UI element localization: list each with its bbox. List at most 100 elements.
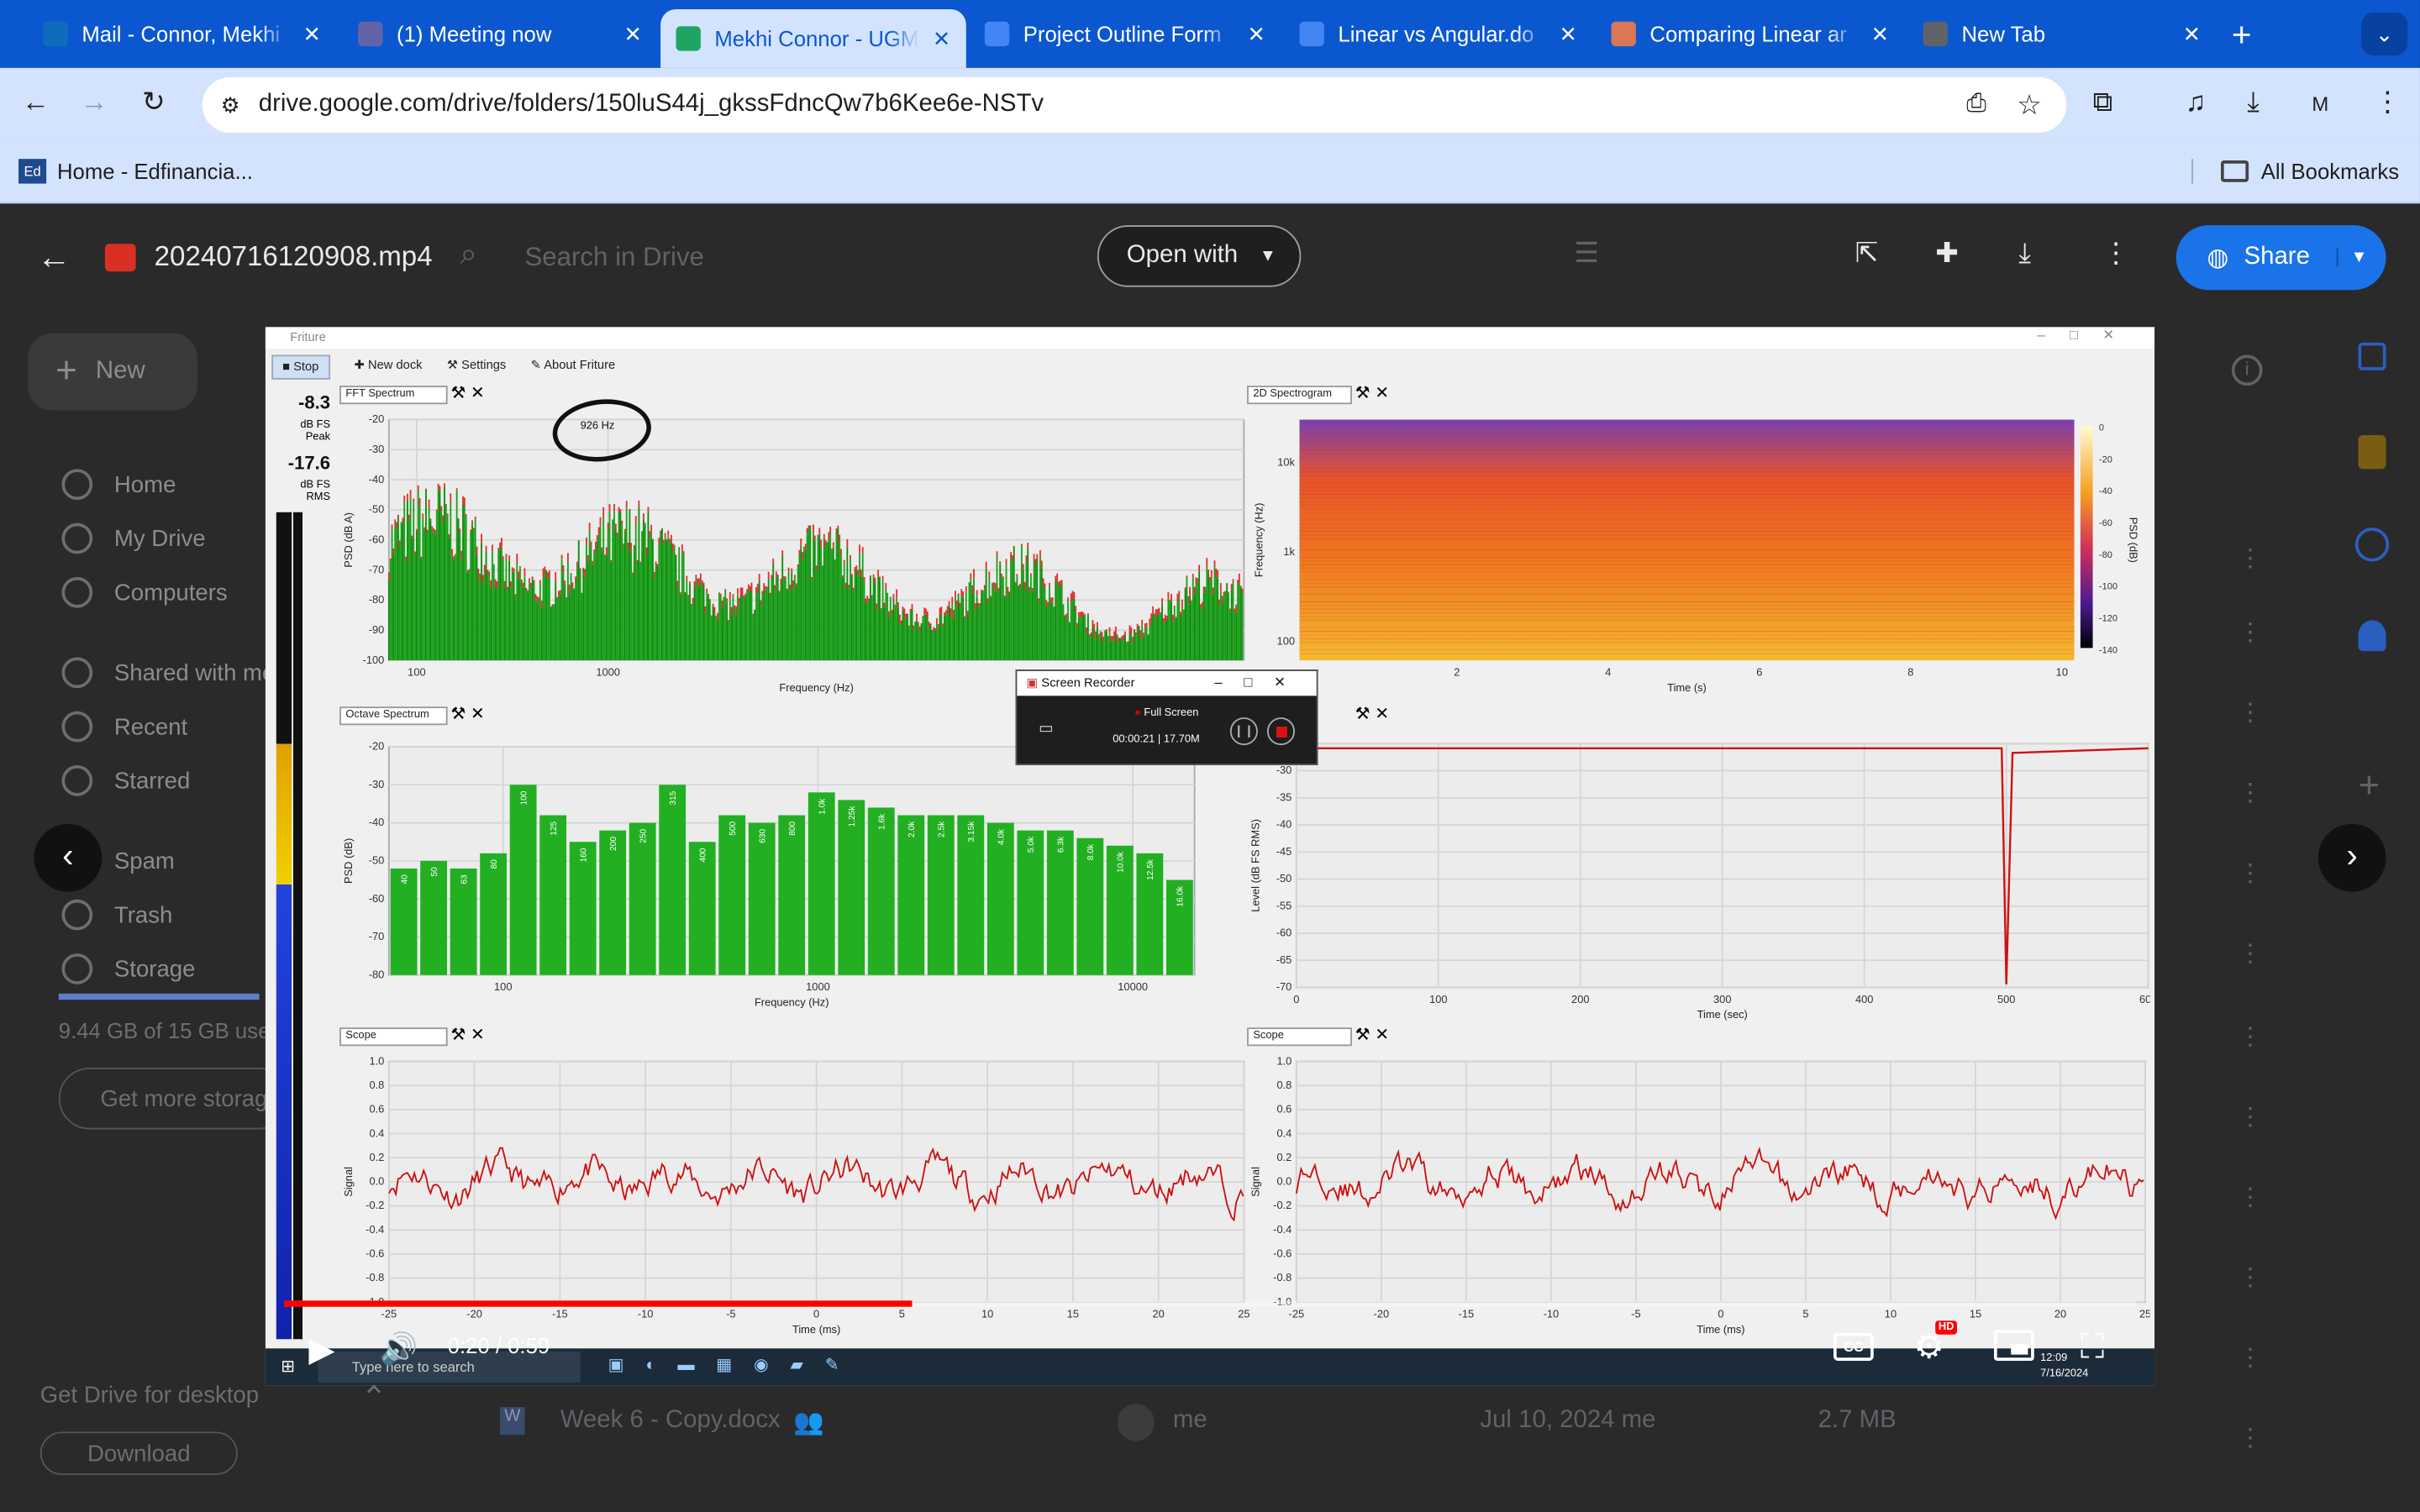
reload-icon[interactable]: ↻ <box>142 87 166 119</box>
stop-button[interactable]: ■ Stop <box>271 354 330 380</box>
file-row[interactable]: W Week 6 - Copy.docx 👥 me Jul 10, 2024 m… <box>463 1401 2284 1447</box>
new-tab-button[interactable]: + <box>2232 15 2252 55</box>
row-more-icon[interactable]: ⋮ <box>2238 1342 2262 1373</box>
add-addon-icon[interactable]: + <box>2358 765 2380 808</box>
sidebar-item-recent[interactable]: Recent <box>61 711 187 743</box>
bookmark-home[interactable]: Ed Home - Edfinancia... <box>18 159 253 184</box>
captions-button[interactable]: CC <box>1833 1332 1874 1361</box>
tab-5[interactable]: Linear vs Angular.do ✕ <box>1284 9 1592 59</box>
miniplayer-icon[interactable] <box>1994 1330 2034 1361</box>
row-more-icon[interactable]: ⋮ <box>2238 1182 2262 1213</box>
tab-4[interactable]: Project Outline Form ✕ <box>969 9 1281 59</box>
play-button[interactable]: ▶ <box>308 1330 334 1370</box>
share-dropdown-icon[interactable]: ▼ <box>2336 248 2367 267</box>
sidebar-item-shared-with-me[interactable]: Shared with me <box>61 657 275 689</box>
row-more-icon[interactable]: ⋮ <box>2238 778 2262 809</box>
row-more-icon[interactable]: ⋮ <box>2238 938 2262 969</box>
tab-7[interactable]: New Tab ✕ <box>1907 9 2216 59</box>
row-more-icon[interactable]: ⋮ <box>2238 1101 2262 1132</box>
windows-start-icon[interactable]: ⊞ <box>281 1356 295 1376</box>
video-progress-track[interactable] <box>283 1300 2136 1307</box>
profile-avatar[interactable]: M <box>2312 92 2328 116</box>
row-more-icon[interactable]: ⋮ <box>2238 1021 2262 1053</box>
sidebar-item-my-drive[interactable]: My Drive <box>61 522 206 554</box>
tab-close-icon[interactable]: ✕ <box>624 21 643 47</box>
recorder-folder-icon[interactable]: ▭ <box>1039 721 1053 738</box>
tab-search-button[interactable]: ⌄ <box>2361 12 2408 56</box>
forward-icon[interactable]: → <box>81 87 108 119</box>
levels-settings-icon[interactable]: ⚒ ✕ <box>1355 704 1390 723</box>
download-file-icon[interactable]: ⤓ <box>2018 238 2031 270</box>
scope1-settings-icon[interactable]: ⚒ ✕ <box>450 1025 485 1044</box>
spectrogram-dock-select[interactable]: 2D Spectrogram <box>1247 386 1352 405</box>
sidebar-item-computers[interactable]: Computers <box>61 576 228 608</box>
tab-1[interactable]: Mail - Connor, Mekhi ✕ <box>28 9 336 59</box>
row-more-icon[interactable]: ⋮ <box>2238 697 2262 728</box>
site-info-icon[interactable]: ⚙ <box>221 92 240 118</box>
about-button[interactable]: ✎ About Friture <box>531 354 616 379</box>
scope1-dock-select[interactable]: Scope <box>339 1027 448 1047</box>
fullscreen-icon[interactable]: ⛶ <box>2081 1327 2104 1368</box>
download-icon[interactable]: ⤓ <box>2247 87 2260 119</box>
tab-close-icon[interactable]: ✕ <box>1871 21 1890 47</box>
bookmark-star-icon[interactable]: ☆ <box>2017 89 2042 122</box>
tab-close-icon[interactable]: ✕ <box>302 21 321 47</box>
settings-button[interactable]: ⚒ Settings <box>447 354 506 379</box>
move-to-folder-icon[interactable]: ⇱ <box>1855 238 1879 270</box>
recorder-controls[interactable]: –□✕ <box>1215 675 1307 691</box>
scope2-dock-select[interactable]: Scope <box>1247 1027 1352 1047</box>
media-icon[interactable]: ♫ <box>2186 87 2207 119</box>
install-app-icon[interactable]: ⎙ <box>1966 91 1986 118</box>
more-actions-icon[interactable]: ⋮ <box>2102 238 2130 270</box>
tab-6[interactable]: Comparing Linear ar ✕ <box>1596 9 1904 59</box>
tab-2[interactable]: (1) Meeting now ✕ <box>343 9 658 59</box>
octave-dock-select[interactable]: Octave Spectrum <box>339 706 448 726</box>
back-icon[interactable]: ← <box>22 87 50 119</box>
scope2-settings-icon[interactable]: ⚒ ✕ <box>1355 1025 1390 1044</box>
open-with-button[interactable]: Open with ▼ <box>1097 225 1302 287</box>
extensions-icon[interactable]: ⧉ <box>2093 87 2113 119</box>
contacts-icon[interactable] <box>2358 620 2386 652</box>
row-more-icon[interactable]: ⋮ <box>2238 617 2262 648</box>
address-bar[interactable]: ⚙ drive.google.com/drive/folders/150luS4… <box>202 76 2067 133</box>
search-input[interactable]: Search in Drive <box>524 242 703 273</box>
keep-icon[interactable] <box>2358 434 2386 470</box>
share-button[interactable]: ◍ Share ▼ <box>2175 225 2386 291</box>
prev-file-button[interactable]: ‹ <box>34 823 103 892</box>
row-more-icon[interactable]: ⋮ <box>2238 1262 2262 1293</box>
new-dock-button[interactable]: ✚ New dock <box>355 354 423 379</box>
recorder-pause-button[interactable]: ❙❙ <box>1229 717 1258 746</box>
tab-close-icon[interactable]: ✕ <box>1248 21 1266 47</box>
recorder-stop-button[interactable] <box>1266 717 1295 746</box>
row-more-icon[interactable]: ⋮ <box>2238 858 2262 889</box>
sidebar-item-trash[interactable]: Trash <box>61 899 172 931</box>
tab-close-icon[interactable]: ✕ <box>2183 21 2202 47</box>
spectrogram-settings-icon[interactable]: ⚒ ✕ <box>1355 383 1390 402</box>
fft-dock-select[interactable]: FFT Spectrum <box>339 386 448 405</box>
tab-3[interactable]: Mekhi Connor - UGM ✕ <box>660 9 966 68</box>
octave-settings-icon[interactable]: ⚒ ✕ <box>450 704 485 723</box>
fft-settings-icon[interactable]: ⚒ ✕ <box>450 383 485 402</box>
next-file-button[interactable]: › <box>2317 823 2386 892</box>
menu-icon[interactable]: ⋮ <box>2374 87 2402 119</box>
add-comment-icon[interactable]: ✚ <box>1935 238 1959 270</box>
new-button[interactable]: + New <box>28 333 198 411</box>
all-bookmarks[interactable]: All Bookmarks <box>2191 159 2399 184</box>
tab-close-icon[interactable]: ✕ <box>1560 21 1578 47</box>
row-more-icon[interactable]: ⋮ <box>2238 543 2262 575</box>
tasks-icon[interactable] <box>2354 528 2390 562</box>
download-desktop-button[interactable]: Download <box>39 1431 238 1475</box>
video-player[interactable]: Friture –□✕ ■ Stop ✚ New dock ⚒ Settings… <box>265 327 2155 1386</box>
sidebar-item-starred[interactable]: Starred <box>61 765 190 796</box>
get-more-storage-button[interactable]: Get more storage <box>58 1067 291 1130</box>
sidebar-item-home[interactable]: Home <box>61 469 176 501</box>
calendar-icon[interactable] <box>2358 342 2386 370</box>
search-icon[interactable]: ⌕ <box>460 238 477 273</box>
info-icon[interactable]: i <box>2231 354 2263 386</box>
tab-close-icon[interactable]: ✕ <box>933 25 951 51</box>
viewer-back-icon[interactable]: ← <box>37 238 71 278</box>
sidebar-item-storage[interactable]: Storage <box>61 953 195 984</box>
row-more-icon[interactable]: ⋮ <box>2238 1422 2262 1453</box>
filter-icon[interactable]: ☰ <box>1574 238 1599 270</box>
volume-icon[interactable]: 🔊 <box>380 1330 418 1368</box>
